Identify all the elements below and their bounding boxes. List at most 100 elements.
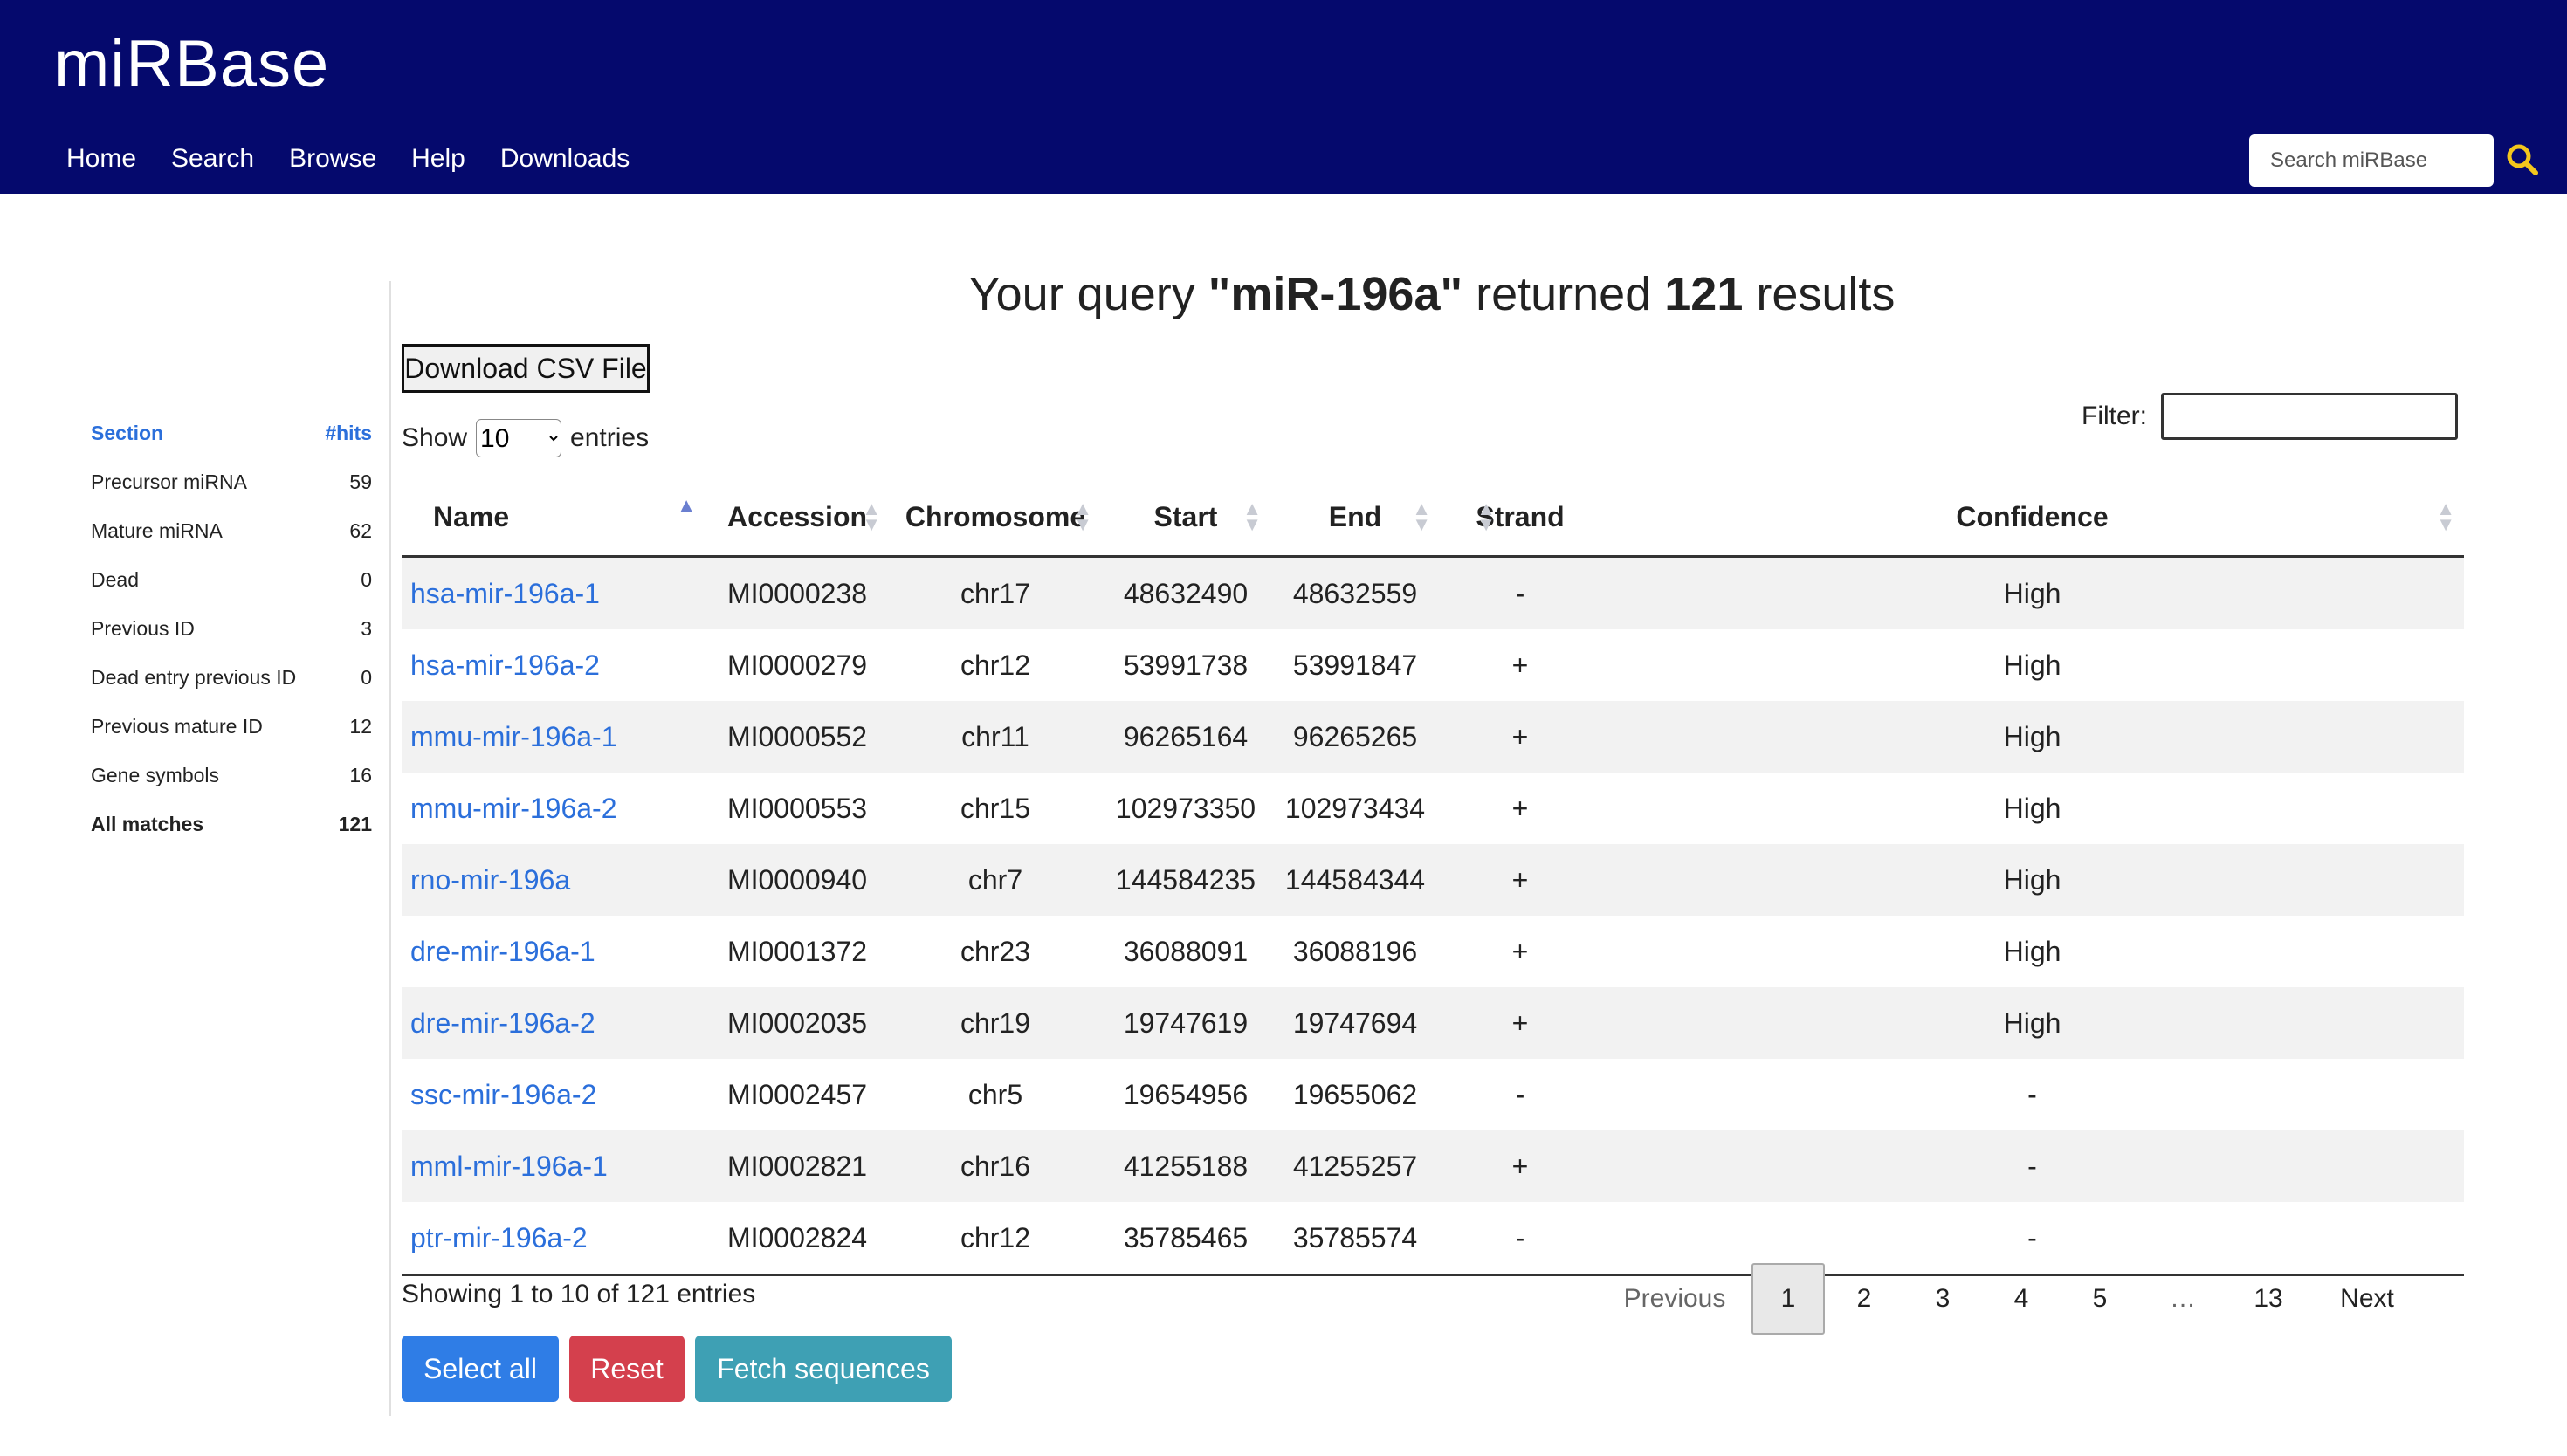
pagination-page-5[interactable]: 5 [2061, 1262, 2139, 1336]
sidebar-item-count: 16 [349, 763, 372, 786]
table-info: Showing 1 to 10 of 121 entries [402, 1280, 756, 1308]
mirna-link[interactable]: mmu-mir-196a-1 [410, 721, 616, 752]
cell-confidence: - [2027, 1078, 2037, 1110]
cell-start: 19747619 [1123, 1006, 1249, 1039]
fetch-sequences-button[interactable]: Fetch sequences [695, 1336, 952, 1402]
pagination-page-3[interactable]: 3 [1903, 1262, 1982, 1336]
title-prefix: Your query [968, 268, 1208, 320]
main-nav: Home Search Browse Help Downloads [66, 140, 664, 178]
cell-strand: + [1511, 720, 1529, 752]
table-row: mmu-mir-196a-2 MI0000553 chr15 102973350… [402, 773, 2464, 844]
cell-strand: - [1515, 577, 1525, 609]
filter-label: Filter: [2082, 402, 2147, 430]
nav-help[interactable]: Help [411, 140, 465, 178]
cell-strand: - [1440, 1202, 1600, 1276]
cell-chromosome: chr16 [960, 1150, 1031, 1182]
pagination-previous[interactable]: Previous [1607, 1262, 1743, 1336]
filter-input[interactable] [2161, 393, 2458, 440]
pagination-page-2[interactable]: 2 [1825, 1262, 1903, 1336]
title-middle: returned [1462, 268, 1665, 320]
select-all-button[interactable]: Select all [402, 1336, 559, 1402]
column-confidence[interactable]: Confidence ▲ ▼ [1600, 478, 2464, 558]
download-csv-button[interactable]: Download CSV File [402, 344, 650, 393]
sidebar-item-mature[interactable]: Mature miRNA 62 [91, 506, 372, 555]
sort-arrows-icon: ▲ ▼ [862, 498, 881, 535]
nav-search[interactable]: Search [171, 140, 254, 178]
column-start[interactable]: Start ▲ ▼ [1101, 478, 1270, 558]
cell-name: mml-mir-196a-1 [402, 1130, 705, 1202]
table-row: dre-mir-196a-2 MI0002035 chr19 19747619 … [402, 987, 2464, 1059]
cell-start: 41255188 [1123, 1150, 1249, 1182]
mirbase-logo[interactable]: miRBase [54, 24, 329, 105]
sidebar-item-all-matches[interactable]: All matches 121 [91, 800, 372, 848]
show-label: Show [402, 423, 468, 452]
mirna-link[interactable]: hsa-mir-196a-2 [410, 649, 600, 681]
cell-name: dre-mir-196a-1 [402, 916, 705, 987]
mirna-link[interactable]: hsa-mir-196a-1 [410, 578, 600, 609]
sidebar-item-dead[interactable]: Dead 0 [91, 555, 372, 604]
column-label: End [1328, 500, 1382, 532]
cell-accession: MI0000238 [726, 577, 868, 609]
sidebar-item-label: All matches [91, 812, 204, 835]
cell-name: mmu-mir-196a-1 [402, 701, 705, 773]
column-name[interactable]: Name ▲ [402, 478, 705, 558]
nav-browse[interactable]: Browse [289, 140, 376, 178]
results-table: Name ▲ Accession ▲ ▼ Chromosome ▲ ▼ Start ▲ ▼ E… [402, 478, 2464, 1276]
cell-confidence: High [2003, 577, 2061, 609]
column-accession[interactable]: Accession ▲ ▼ [705, 478, 890, 558]
pagination-next[interactable]: Next [2310, 1262, 2424, 1336]
cell-name: hsa-mir-196a-1 [402, 557, 705, 630]
site-search-input[interactable] [2249, 134, 2494, 187]
cell-chromosome: chr23 [960, 935, 1031, 967]
search-button[interactable] [2504, 141, 2543, 180]
reset-button[interactable]: Reset [569, 1336, 685, 1402]
pagination-page-4[interactable]: 4 [1982, 1262, 2061, 1336]
sidebar-item-previous-id[interactable]: Previous ID 3 [91, 604, 372, 653]
sort-arrows-icon: ▲ ▼ [1242, 498, 1262, 535]
mirna-link[interactable]: dre-mir-196a-2 [410, 1007, 595, 1039]
column-chromosome[interactable]: Chromosome ▲ ▼ [890, 478, 1101, 558]
column-label: Chromosome [905, 500, 1086, 532]
column-strand[interactable]: Strand ▲ ▼ [1440, 478, 1600, 558]
cell-chromosome: chr15 [960, 792, 1031, 824]
mirna-link[interactable]: ptr-mir-196a-2 [410, 1222, 588, 1253]
sidebar-item-precursor[interactable]: Precursor miRNA 59 [91, 457, 372, 506]
sidebar-item-gene-symbols[interactable]: Gene symbols 16 [91, 751, 372, 800]
cell-end: 19747694 [1292, 1006, 1418, 1039]
mirna-link[interactable]: mml-mir-196a-1 [410, 1150, 608, 1182]
nav-downloads[interactable]: Downloads [500, 140, 630, 178]
mirna-link[interactable]: dre-mir-196a-1 [410, 936, 595, 967]
cell-accession: MI0002821 [726, 1150, 868, 1182]
sidebar-item-count: 62 [349, 519, 372, 542]
cell-name: ptr-mir-196a-2 [402, 1202, 705, 1276]
title-suffix: results [1743, 268, 1896, 320]
cell-start: 102973350 [1115, 792, 1256, 824]
cell-start: 35785465 [1101, 1202, 1270, 1276]
sidebar-item-dead-entry[interactable]: Dead entry previous ID 0 [91, 653, 372, 702]
nav-home[interactable]: Home [66, 140, 136, 178]
cell-strand: - [1515, 1078, 1525, 1110]
cell-chromosome: chr12 [960, 649, 1031, 681]
mirna-link[interactable]: mmu-mir-196a-2 [410, 793, 616, 824]
pagination-page-13[interactable]: 13 [2226, 1262, 2310, 1336]
mirna-link[interactable]: ssc-mir-196a-2 [410, 1079, 596, 1110]
cell-chromosome: chr11 [961, 720, 1029, 752]
cell-strand: + [1511, 792, 1529, 824]
cell-start: 96265164 [1123, 720, 1249, 752]
sort-arrows-icon: ▲ ▼ [1412, 498, 1431, 535]
pagination-page-1[interactable]: 1 [1751, 1263, 1825, 1335]
sidebar-item-label: Previous mature ID [91, 714, 263, 738]
sidebar-item-count: 0 [361, 567, 372, 591]
page-length-select[interactable]: 10 [476, 419, 562, 457]
cell-chromosome: chr7 [967, 863, 1023, 896]
cell-accession: MI0002824 [705, 1202, 890, 1276]
cell-start: 36088091 [1123, 935, 1249, 967]
mirna-link[interactable]: rno-mir-196a [410, 864, 570, 896]
table-row: rno-mir-196a MI0000940 chr7 144584235 14… [402, 844, 2464, 916]
column-end[interactable]: End ▲ ▼ [1270, 478, 1440, 558]
sidebar-item-label: Previous ID [91, 616, 195, 640]
cell-strand: + [1511, 649, 1529, 681]
sidebar-item-previous-mature[interactable]: Previous mature ID 12 [91, 702, 372, 751]
page-title: Your query "miR-196a" returned 121 resul… [402, 267, 2462, 321]
cell-start: 144584235 [1115, 863, 1256, 896]
